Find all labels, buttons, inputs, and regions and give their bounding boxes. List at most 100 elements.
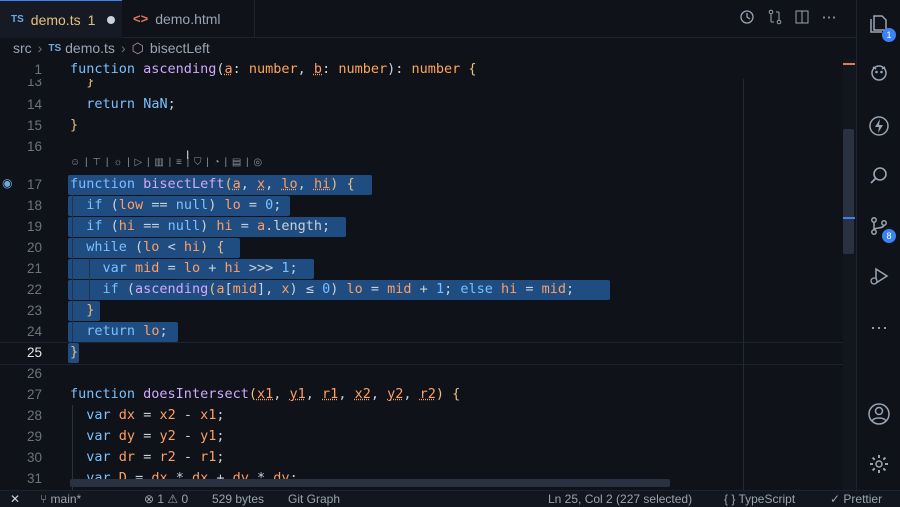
code-line: 1 function ascending(a: number, b: numbe… bbox=[0, 59, 856, 80]
git-graph-button[interactable]: Git Graph bbox=[288, 492, 340, 506]
more-actions-icon[interactable]: ⋯ bbox=[820, 9, 838, 27]
code-line: 28 var dx = x2 - x1; bbox=[0, 405, 856, 426]
line-number: 1 bbox=[34, 62, 42, 77]
line-number: 30 bbox=[26, 450, 42, 465]
scrollbar-thumb[interactable] bbox=[843, 129, 854, 254]
line-number: 26 bbox=[26, 366, 42, 381]
symbol-method-icon: ⬡ bbox=[131, 39, 144, 56]
code-text: if (low == null) lo = 0; bbox=[86, 197, 282, 213]
code-text: while (lo < hi) { bbox=[86, 239, 225, 255]
line-number: 14 bbox=[26, 97, 42, 112]
split-editor-icon[interactable] bbox=[793, 9, 811, 27]
explorer-badge: 1 bbox=[882, 28, 896, 42]
code-text: } bbox=[70, 344, 79, 360]
typescript-file-icon: TS bbox=[48, 42, 62, 54]
activity-bar: 1 8 ⋯ bbox=[856, 0, 900, 490]
line-number: 21 bbox=[26, 261, 42, 276]
more-views-icon[interactable]: ⋯ bbox=[857, 308, 900, 348]
code-line: 14 return NaN; bbox=[0, 94, 856, 115]
line-number: 27 bbox=[26, 387, 42, 402]
line-number: 23 bbox=[26, 303, 42, 318]
cursor-position[interactable]: Ln 25, Col 2 (227 selected) bbox=[548, 492, 692, 506]
source-control-badge: 8 bbox=[882, 229, 896, 243]
compare-changes-icon[interactable] bbox=[766, 9, 784, 27]
code-line-selected: 19 if (hi == null) hi = a.length; bbox=[0, 216, 856, 237]
status-bar: ✕ ⑂ main* ⊗ 1 ⚠ 0 529 bytes Git Graph Ln… bbox=[0, 490, 900, 507]
code-line-selected: 23 } bbox=[0, 300, 856, 321]
code-text: var mid = lo + hi >>> 1; bbox=[102, 260, 298, 276]
code-text: } bbox=[70, 117, 79, 133]
code-line-selected: 20 while (lo < hi) { bbox=[0, 237, 856, 258]
code-text: return NaN; bbox=[86, 96, 176, 112]
line-number: 29 bbox=[26, 429, 42, 444]
account-icon[interactable] bbox=[857, 394, 900, 434]
indent-guide bbox=[72, 195, 73, 342]
tab-label: demo.ts bbox=[30, 11, 81, 28]
code-editor[interactable]: ☺ | ⊤ | ☼ | ▷ | ▥ | ≡ | ⛉ | ◔ | ▤ | ◎ ◉ … bbox=[0, 59, 856, 490]
line-number: 16 bbox=[26, 139, 42, 154]
line-number: 28 bbox=[26, 408, 42, 423]
code-text: function ascending(a: number, b: number)… bbox=[70, 61, 477, 77]
html-file-icon: <> bbox=[133, 11, 149, 26]
code-text: } bbox=[70, 302, 95, 318]
unsaved-dot-icon[interactable] bbox=[107, 15, 116, 24]
code-text: var dy = y2 - y1; bbox=[86, 428, 225, 444]
line-number: 18 bbox=[26, 198, 42, 213]
codelens-actions[interactable]: ☺ | ⊤ | ☼ | ▷ | ▥ | ≡ | ⛉ | ◔ | ▤ | ◎ bbox=[70, 157, 263, 171]
code-line-selected: 25 } bbox=[0, 342, 856, 363]
problems-indicator[interactable]: ⊗ 1 ⚠ 0 bbox=[144, 492, 188, 506]
breadcrumb-folder[interactable]: src bbox=[13, 40, 32, 56]
indent-guide bbox=[72, 405, 73, 490]
overview-ruler-selection-mark bbox=[843, 217, 855, 219]
source-control-icon[interactable]: 8 bbox=[857, 206, 900, 246]
code-line-selected: 24 return lo; bbox=[0, 321, 856, 342]
code-text: var dx = x2 - x1; bbox=[86, 407, 225, 423]
code-text: } bbox=[70, 79, 95, 89]
code-text: if (hi == null) hi = a.length; bbox=[86, 218, 331, 234]
line-number: 25 bbox=[26, 345, 42, 360]
branch-icon: ⑂ bbox=[40, 492, 51, 506]
tab-label: demo.html bbox=[155, 10, 221, 27]
git-branch[interactable]: ⑂ main* bbox=[40, 492, 81, 506]
code-line-selected: 18 if (low == null) lo = 0; bbox=[0, 195, 856, 216]
code-text: function doesIntersect(x1, y1, r1, x2, y… bbox=[70, 386, 461, 402]
explorer-icon[interactable]: 1 bbox=[857, 4, 900, 44]
code-line-selected: 22 if (ascending(a[mid], x) ≤ 0) lo = mi… bbox=[0, 279, 856, 300]
code-line: 30 var dr = r2 - r1; bbox=[0, 447, 856, 468]
remote-indicator-icon[interactable]: ✕ bbox=[0, 491, 30, 507]
lightning-icon[interactable] bbox=[857, 106, 900, 146]
chevron-right-icon: › bbox=[37, 40, 43, 56]
breadcrumb-file[interactable]: demo.ts bbox=[65, 40, 115, 56]
tab-demo-html[interactable]: <> demo.html bbox=[122, 0, 255, 37]
timeline-icon[interactable] bbox=[738, 9, 756, 27]
line-number: 20 bbox=[26, 240, 42, 255]
breadcrumb-symbol[interactable]: bisectLeft bbox=[150, 40, 210, 56]
chevron-right-icon: › bbox=[120, 40, 126, 56]
settings-gear-icon[interactable] bbox=[857, 444, 900, 484]
copilot-icon[interactable] bbox=[857, 52, 900, 92]
tab-bar: TS demo.ts 1 <> demo.html ⋯ bbox=[0, 0, 856, 38]
code-text: var dr = r2 - r1; bbox=[86, 449, 225, 465]
indent-guide bbox=[89, 258, 90, 300]
line-number: 24 bbox=[26, 324, 42, 339]
search-icon[interactable] bbox=[857, 156, 900, 196]
overview-ruler-error-mark bbox=[843, 63, 855, 65]
file-size: 529 bytes bbox=[212, 492, 265, 506]
run-debug-icon[interactable] bbox=[857, 256, 900, 296]
breadcrumb: src › TS demo.ts › ⬡ bisectLeft bbox=[0, 37, 856, 59]
line-number: 13 bbox=[26, 79, 42, 89]
horizontal-scrollbar[interactable] bbox=[70, 479, 670, 487]
code-line: 13 } bbox=[0, 79, 856, 89]
prettier-status[interactable]: ✓ Prettier bbox=[830, 492, 882, 506]
line-number: 31 bbox=[26, 471, 42, 486]
typescript-file-icon: TS bbox=[11, 14, 24, 25]
vertical-scrollbar[interactable] bbox=[843, 59, 856, 490]
code-line-selected: 21 var mid = lo + hi >>> 1; bbox=[0, 258, 856, 279]
line-number: 17 bbox=[26, 177, 42, 192]
code-line: 26 bbox=[0, 363, 856, 384]
code-line-selected: 17 function bisectLeft(a, x, lo, hi) { bbox=[0, 174, 856, 195]
line-number: 15 bbox=[26, 118, 42, 133]
language-mode[interactable]: { } TypeScript bbox=[724, 492, 795, 506]
tab-demo-ts[interactable]: TS demo.ts 1 bbox=[0, 0, 122, 38]
code-text: function bisectLeft(a, x, lo, hi) { bbox=[70, 176, 355, 192]
